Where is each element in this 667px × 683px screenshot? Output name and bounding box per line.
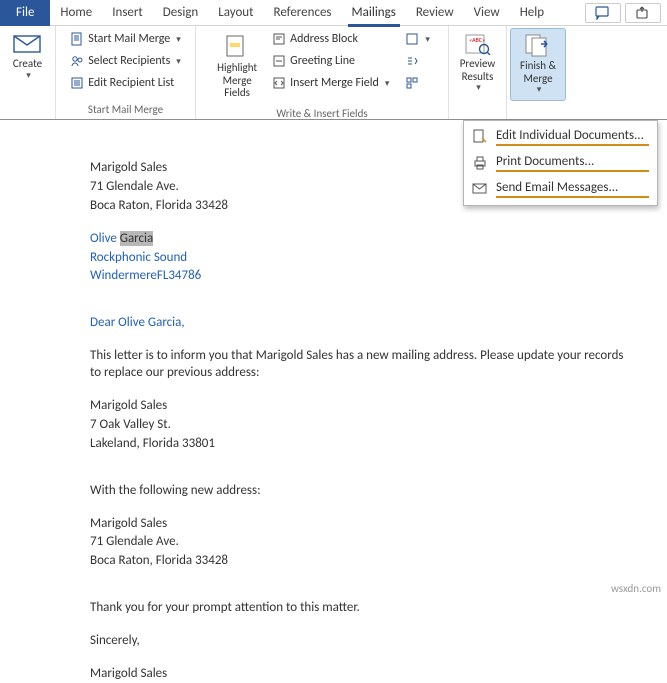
tab-layout[interactable]: Layout bbox=[208, 0, 263, 26]
menu-email-label: Send Email Messages... bbox=[496, 180, 649, 198]
recip-last: Garcia bbox=[120, 231, 153, 246]
tab-home[interactable]: Home bbox=[50, 0, 102, 26]
document-icon bbox=[70, 32, 84, 46]
greeting: Dear Olive Garcia, bbox=[90, 315, 667, 332]
create-button[interactable]: Create ▾ bbox=[3, 28, 53, 86]
signature: Marigold Sales bbox=[90, 666, 667, 683]
finish-merge-icon bbox=[523, 33, 553, 57]
preview-icon: «ABC» bbox=[464, 33, 492, 55]
greeting-line-label: Greeting Line bbox=[290, 54, 355, 68]
old-addr1: 7 Oak Valley St. bbox=[90, 417, 667, 434]
watermark: wsxdn.com bbox=[611, 582, 661, 595]
body-3: Thank you for your prompt attention to t… bbox=[90, 600, 667, 617]
printer-icon bbox=[472, 155, 488, 171]
body-2: With the following new address: bbox=[90, 483, 667, 500]
ribbon: Create ▾ Start Mail Merge▾ Select Recipi… bbox=[0, 26, 667, 120]
envelope-icon bbox=[13, 33, 43, 55]
new-addr1: 71 Glendale Ave. bbox=[90, 534, 667, 551]
highlight-label: Highlight Merge Fields bbox=[212, 62, 262, 100]
people-icon bbox=[70, 54, 84, 68]
menu-send-email[interactable]: Send Email Messages... bbox=[466, 176, 655, 202]
recip-company: Rockphonic Sound bbox=[90, 250, 667, 267]
address-block-button[interactable]: Address Block bbox=[267, 28, 394, 50]
update-labels-button[interactable] bbox=[400, 72, 435, 94]
start-mail-merge-button[interactable]: Start Mail Merge▾ bbox=[65, 28, 186, 50]
share-button[interactable] bbox=[625, 3, 661, 23]
create-label: Create bbox=[13, 58, 42, 71]
menu-edit-individual[interactable]: Edit Individual Documents... bbox=[466, 124, 655, 150]
insert-merge-field-label: Insert Merge Field bbox=[290, 76, 379, 90]
select-recipients-button[interactable]: Select Recipients▾ bbox=[65, 50, 186, 72]
finish-merge-button[interactable]: Finish & Merge▾ bbox=[510, 28, 566, 101]
recip-first: Olive bbox=[90, 231, 117, 246]
rules-button[interactable]: ▾ bbox=[400, 28, 435, 50]
group-create-label bbox=[6, 101, 49, 119]
new-name: Marigold Sales bbox=[90, 516, 667, 533]
update-icon bbox=[405, 76, 419, 90]
old-addr2: Lakeland, Florida 33801 bbox=[90, 436, 667, 453]
tab-review[interactable]: Review bbox=[406, 0, 464, 26]
preview-results-button[interactable]: «ABC» Preview Results▾ bbox=[452, 28, 504, 99]
closing: Sincerely, bbox=[90, 633, 667, 650]
select-recipients-label: Select Recipients bbox=[88, 54, 170, 68]
tab-mailings[interactable]: Mailings bbox=[342, 0, 406, 26]
email-icon bbox=[472, 181, 488, 197]
tab-help[interactable]: Help bbox=[510, 0, 554, 26]
tab-references[interactable]: References bbox=[264, 0, 342, 26]
match-icon bbox=[405, 54, 419, 68]
svg-text:«ABC»: «ABC» bbox=[469, 36, 485, 44]
old-name: Marigold Sales bbox=[90, 398, 667, 415]
tab-view[interactable]: View bbox=[464, 0, 510, 26]
finish-merge-label: Finish & Merge bbox=[513, 60, 563, 85]
recip-cityzip: WindermereFL34786 bbox=[90, 268, 667, 285]
match-fields-button[interactable] bbox=[400, 50, 435, 72]
edit-doc-icon bbox=[472, 129, 488, 145]
group-write-label: Write & Insert Fields bbox=[202, 105, 442, 123]
menu-edit-label: Edit Individual Documents... bbox=[496, 128, 649, 146]
greeting-icon bbox=[272, 54, 286, 68]
comments-button[interactable] bbox=[585, 3, 621, 23]
highlight-merge-fields-button[interactable]: Highlight Merge Fields bbox=[209, 28, 265, 105]
tab-bar: File Home Insert Design Layout Reference… bbox=[0, 0, 667, 26]
address-block-icon bbox=[272, 32, 286, 46]
edit-list-icon bbox=[70, 76, 84, 90]
finish-merge-menu: Edit Individual Documents... Print Docum… bbox=[463, 120, 658, 206]
new-addr2: Boca Raton, Florida 33428 bbox=[90, 553, 667, 570]
rules-icon bbox=[405, 32, 419, 46]
tab-file[interactable]: File bbox=[0, 0, 50, 26]
address-block-label: Address Block bbox=[290, 32, 358, 46]
edit-recipient-list-button[interactable]: Edit Recipient List bbox=[65, 72, 186, 94]
start-mail-merge-label: Start Mail Merge bbox=[88, 32, 170, 46]
greeting-line-button[interactable]: Greeting Line bbox=[267, 50, 394, 72]
chevron-down-icon: ▾ bbox=[26, 71, 31, 81]
body-1: This letter is to inform you that Marigo… bbox=[90, 348, 635, 382]
tab-design[interactable]: Design bbox=[153, 0, 208, 26]
highlight-icon bbox=[224, 33, 250, 59]
menu-print-label: Print Documents... bbox=[496, 154, 649, 172]
insert-merge-field-button[interactable]: Insert Merge Field▾ bbox=[267, 72, 394, 94]
menu-print-documents[interactable]: Print Documents... bbox=[466, 150, 655, 176]
preview-label: Preview Results bbox=[455, 58, 501, 83]
group-start-label: Start Mail Merge bbox=[62, 101, 189, 119]
edit-recipient-list-label: Edit Recipient List bbox=[88, 76, 174, 90]
merge-field-icon bbox=[272, 76, 286, 90]
tab-insert[interactable]: Insert bbox=[102, 0, 153, 26]
